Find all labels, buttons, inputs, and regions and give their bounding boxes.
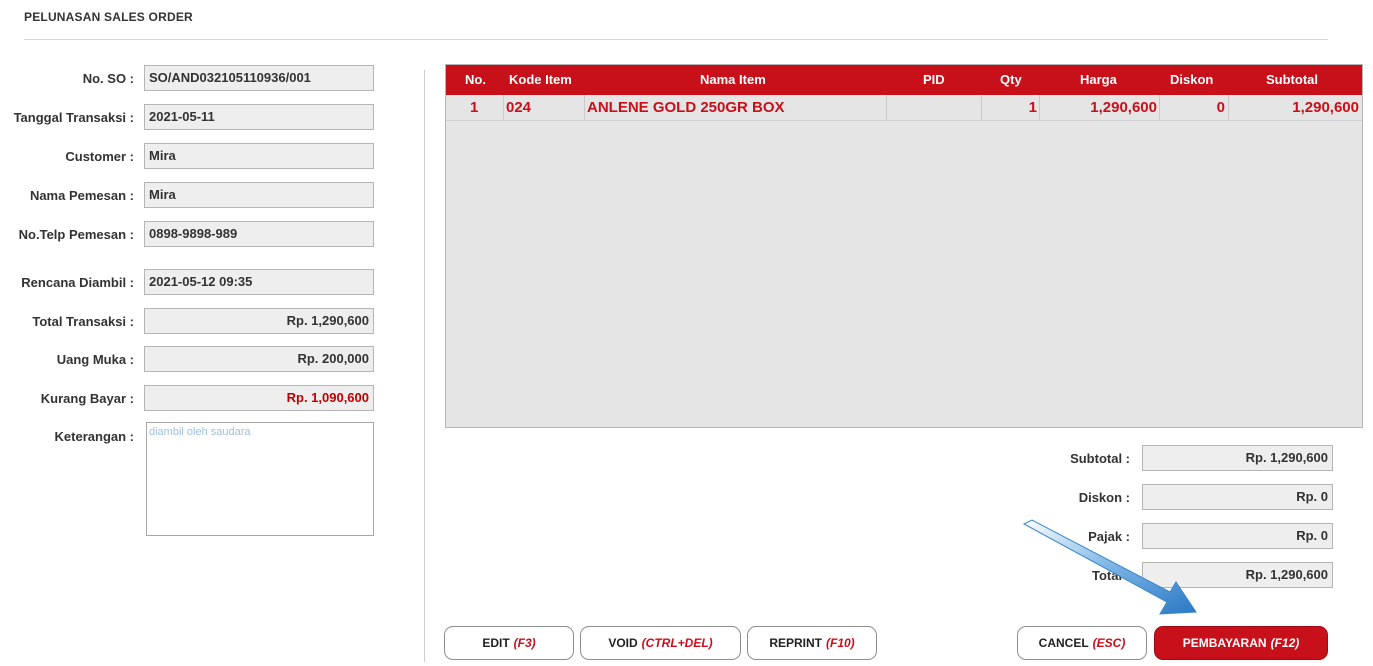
no-so-field[interactable]: SO/AND032105110936/001 [144, 65, 374, 91]
col-subtotal: Subtotal [1266, 72, 1318, 87]
col-kode-item: Kode Item [509, 72, 572, 87]
col-qty: Qty [1000, 72, 1022, 87]
table-row[interactable]: 1 024 ANLENE GOLD 250GR BOX 1 1,290,600 … [446, 95, 1362, 121]
cell-harga: 1,290,600 [1090, 99, 1157, 116]
cell-no: 1 [470, 99, 479, 116]
items-table: No. Kode Item Nama Item PID Qty Harga Di… [445, 64, 1363, 428]
cancel-button[interactable]: CANCEL (ESC) [1017, 626, 1147, 660]
no-so-label: No. SO : [82, 71, 134, 86]
void-button[interactable]: VOID (CTRL+DEL) [580, 626, 741, 660]
subtotal-label: Subtotal : [1070, 451, 1130, 466]
vertical-divider [424, 70, 425, 662]
telp-label: No.Telp Pemesan : [18, 227, 134, 242]
subtotal-field[interactable]: Rp. 1,290,600 [1142, 445, 1333, 471]
rencana-label: Rencana Diambil : [21, 275, 134, 290]
diskon-field[interactable]: Rp. 0 [1142, 484, 1333, 510]
cell-diskon: 0 [1216, 99, 1225, 116]
arrow-pointer-icon [1022, 519, 1197, 615]
col-diskon: Diskon [1170, 72, 1214, 87]
pembayaran-button[interactable]: PEMBAYARAN (F12) [1154, 626, 1328, 660]
keterangan-textarea[interactable]: diambil oleh saudara [146, 422, 374, 536]
page-title: PELUNASAN SALES ORDER [24, 10, 193, 24]
telp-field[interactable]: 0898-9898-989 [144, 221, 374, 247]
col-harga: Harga [1080, 72, 1117, 87]
reprint-button[interactable]: REPRINT (F10) [747, 626, 877, 660]
col-pid: PID [923, 72, 945, 87]
total-transaksi-field[interactable]: Rp. 1,290,600 [144, 308, 374, 334]
rencana-field[interactable]: 2021-05-12 09:35 [144, 269, 374, 295]
nama-pemesan-label: Nama Pemesan : [29, 188, 134, 203]
col-no: No. [465, 72, 486, 87]
tanggal-label: Tanggal Transaksi : [13, 110, 134, 125]
nama-pemesan-field[interactable]: Mira [144, 182, 374, 208]
cell-kode: 024 [506, 99, 532, 116]
customer-label: Customer : [65, 149, 134, 164]
uang-muka-field[interactable]: Rp. 200,000 [144, 346, 374, 372]
diskon-label: Diskon : [1078, 490, 1130, 505]
title-divider [24, 39, 1328, 40]
cell-qty: 1 [1028, 99, 1037, 116]
edit-button[interactable]: EDIT (F3) [444, 626, 574, 660]
table-header: No. Kode Item Nama Item PID Qty Harga Di… [446, 65, 1362, 95]
total-transaksi-label: Total Transaksi : [32, 314, 134, 329]
customer-field[interactable]: Mira [144, 143, 374, 169]
cell-subtotal: 1,290,600 [1292, 99, 1359, 116]
kurang-bayar-field[interactable]: Rp. 1,090,600 [144, 385, 374, 411]
cell-nama: ANLENE GOLD 250GR BOX [587, 99, 785, 116]
tanggal-field[interactable]: 2021-05-11 [144, 104, 374, 130]
uang-muka-label: Uang Muka : [56, 352, 134, 367]
keterangan-label: Keterangan : [54, 429, 134, 444]
kurang-bayar-label: Kurang Bayar : [40, 391, 134, 406]
col-nama-item: Nama Item [700, 72, 766, 87]
